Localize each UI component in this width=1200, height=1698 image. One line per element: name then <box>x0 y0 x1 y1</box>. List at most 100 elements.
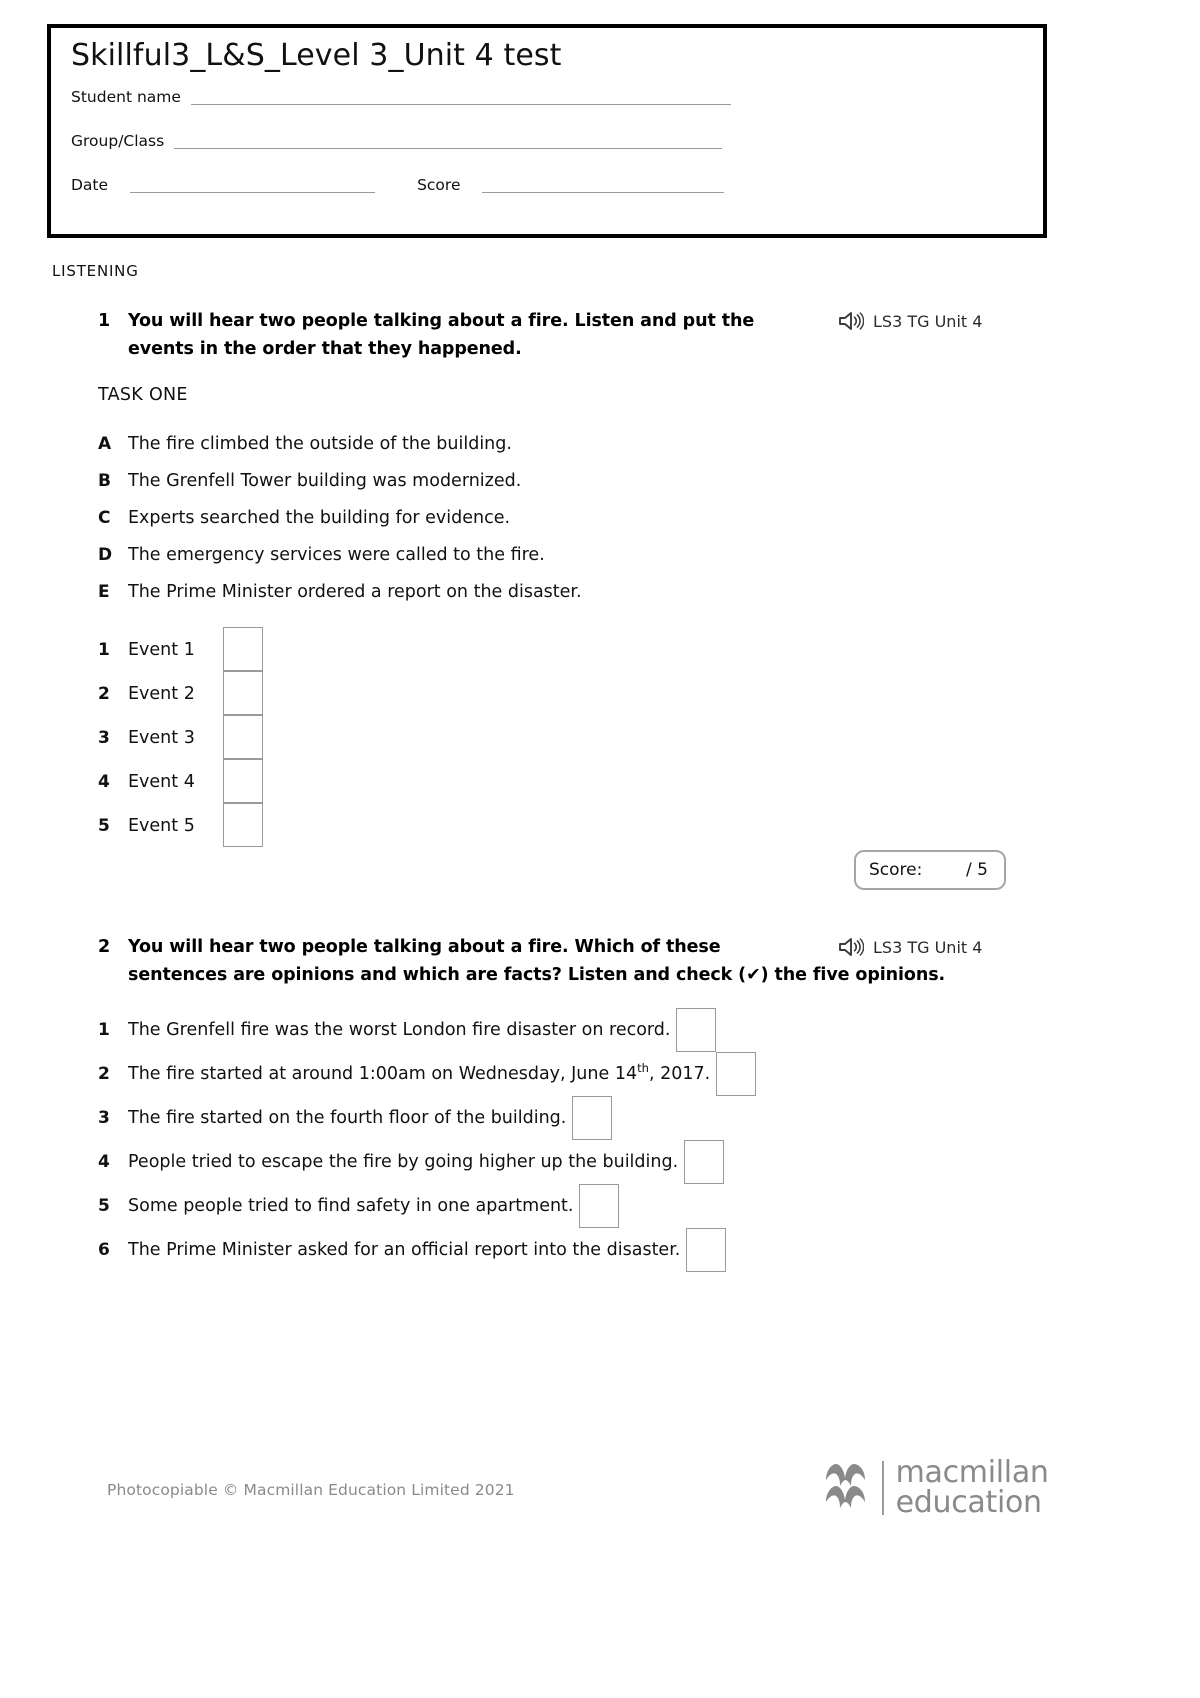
option-text: Experts searched the building for eviden… <box>128 508 511 528</box>
statement-number: 4 <box>98 1152 110 1172</box>
statement-checkbox[interactable] <box>572 1096 613 1140</box>
student-info-box: Skillful3_L&S_Level 3_Unit 4 test Studen… <box>47 24 1047 238</box>
statement-text: The Grenfell fire was the worst London f… <box>128 1020 671 1040</box>
event-number: 4 <box>98 772 110 792</box>
statement-text-superscript: th <box>637 1061 649 1076</box>
question-1-prompt: You will hear two people talking about a… <box>128 311 755 360</box>
option-text: The Grenfell Tower building was moderniz… <box>128 471 522 491</box>
score-badge-total: / 5 <box>966 860 988 880</box>
event-label: Event 3 <box>128 728 195 748</box>
option-row: B The Grenfell Tower building was modern… <box>98 471 798 508</box>
logo-wordmark-line2: education <box>895 1484 1042 1520</box>
option-text: The emergency services were called to th… <box>128 545 545 565</box>
page-title: Skillful3_L&S_Level 3_Unit 4 test <box>71 38 562 73</box>
statement-row: 3 The fire started on the fourth floor o… <box>98 1096 1018 1140</box>
question-1-number: 1 <box>98 311 111 331</box>
event-answer-box[interactable] <box>223 627 263 672</box>
logo-wordmark: macmillan education <box>896 1458 1049 1517</box>
statement-checkbox[interactable] <box>579 1184 620 1228</box>
task-one-label: TASK ONE <box>98 385 188 405</box>
date-label: Date <box>71 175 109 194</box>
event-answer-box[interactable] <box>223 715 263 760</box>
statement-checkbox[interactable] <box>684 1140 725 1184</box>
question-1-heading: 1 You will hear two people talking about… <box>98 307 818 364</box>
statement-text: The Prime Minister asked for an official… <box>128 1240 681 1260</box>
statement-row: 5 Some people tried to find safety in on… <box>98 1184 1018 1228</box>
statement-number: 3 <box>98 1108 110 1128</box>
event-row: 3 Event 3 <box>98 715 263 760</box>
event-label: Event 1 <box>128 640 195 660</box>
score-badge-q1[interactable]: Score: / 5 <box>854 850 1006 890</box>
statement-row: 2 The fire started at around 1:00am on W… <box>98 1052 1018 1096</box>
option-text: The Prime Minister ordered a report on t… <box>128 582 582 602</box>
event-answer-box[interactable] <box>223 803 263 848</box>
date-score-row: Date Score <box>71 175 725 194</box>
group-class-label: Group/Class <box>71 131 165 150</box>
event-row: 5 Event 5 <box>98 803 263 848</box>
student-name-input[interactable] <box>190 89 731 105</box>
statement-number: 6 <box>98 1240 110 1260</box>
student-name-row: Student name <box>71 89 731 105</box>
logo-divider <box>882 1460 884 1515</box>
statement-text: Some people tried to find safety in one … <box>128 1196 574 1216</box>
option-letter: D <box>98 545 113 565</box>
statement-text: The fire started at around 1:00am on Wed… <box>128 1061 711 1084</box>
event-row: 2 Event 2 <box>98 671 263 716</box>
statement-text: People tried to escape the fire by going… <box>128 1152 679 1172</box>
statement-number: 1 <box>98 1020 110 1040</box>
event-number: 1 <box>98 640 110 660</box>
statement-text-pre: The fire started at around 1:00am on Wed… <box>128 1064 638 1084</box>
audio-reference-label-q2: LS3 TG Unit 4 <box>873 937 983 957</box>
event-answer-box[interactable] <box>223 671 263 716</box>
copyright-text: Photocopiable © Macmillan Education Limi… <box>107 1481 515 1499</box>
statement-row: 4 People tried to escape the fire by goi… <box>98 1140 1018 1184</box>
option-row: A The fire climbed the outside of the bu… <box>98 434 798 471</box>
speaker-icon <box>838 310 864 332</box>
question-2-prompt-line1: You will hear two people talking about a… <box>128 937 721 957</box>
event-number: 5 <box>98 816 110 836</box>
test-worksheet-page: Skillful3_L&S_Level 3_Unit 4 test Studen… <box>0 0 1200 1698</box>
question-1-event-answers: 1 Event 1 2 Event 2 3 Event 3 4 Event 4 … <box>98 627 263 848</box>
event-row: 4 Event 4 <box>98 759 263 804</box>
macmillan-education-logo: macmillan education <box>822 1458 1049 1517</box>
event-label: Event 4 <box>128 772 195 792</box>
event-label: Event 5 <box>128 816 195 836</box>
option-row: E The Prime Minister ordered a report on… <box>98 582 798 619</box>
group-class-row: Group/Class <box>71 131 723 150</box>
statement-number: 5 <box>98 1196 110 1216</box>
question-2-statements: 1 The Grenfell fire was the worst London… <box>98 1008 1018 1272</box>
statement-row: 1 The Grenfell fire was the worst London… <box>98 1008 1018 1052</box>
event-label: Event 2 <box>128 684 195 704</box>
audio-reference-q1: LS3 TG Unit 4 <box>838 310 982 332</box>
question-2-prompt-line2: sentences are opinions and which are fac… <box>128 965 946 986</box>
event-answer-box[interactable] <box>223 759 263 804</box>
option-row: D The emergency services were called to … <box>98 545 798 582</box>
option-letter: E <box>98 582 110 602</box>
statement-checkbox[interactable] <box>676 1008 717 1052</box>
question-1-options: A The fire climbed the outside of the bu… <box>98 434 798 619</box>
section-heading-listening: LISTENING <box>52 262 139 280</box>
option-letter: C <box>98 508 111 528</box>
macmillan-m-icon <box>822 1461 870 1515</box>
statement-number: 2 <box>98 1064 110 1084</box>
speaker-icon <box>838 936 864 958</box>
date-input[interactable] <box>130 177 376 193</box>
score-badge-label: Score: <box>869 860 923 880</box>
event-row: 1 Event 1 <box>98 627 263 672</box>
question-2-number: 2 <box>98 937 111 957</box>
score-input[interactable] <box>482 177 725 193</box>
statement-text-post: , 2017. <box>648 1064 711 1084</box>
option-letter: B <box>98 471 111 491</box>
statement-checkbox[interactable] <box>686 1228 727 1272</box>
statement-row: 6 The Prime Minister asked for an offici… <box>98 1228 1018 1272</box>
score-label: Score <box>417 175 461 194</box>
option-row: C Experts searched the building for evid… <box>98 508 798 545</box>
event-number: 2 <box>98 684 110 704</box>
option-letter: A <box>98 434 112 454</box>
statement-text: The fire started on the fourth floor of … <box>128 1108 567 1128</box>
event-number: 3 <box>98 728 110 748</box>
student-name-label: Student name <box>71 87 181 106</box>
group-class-input[interactable] <box>174 133 723 149</box>
statement-checkbox[interactable] <box>716 1052 757 1096</box>
option-text: The fire climbed the outside of the buil… <box>128 434 512 454</box>
